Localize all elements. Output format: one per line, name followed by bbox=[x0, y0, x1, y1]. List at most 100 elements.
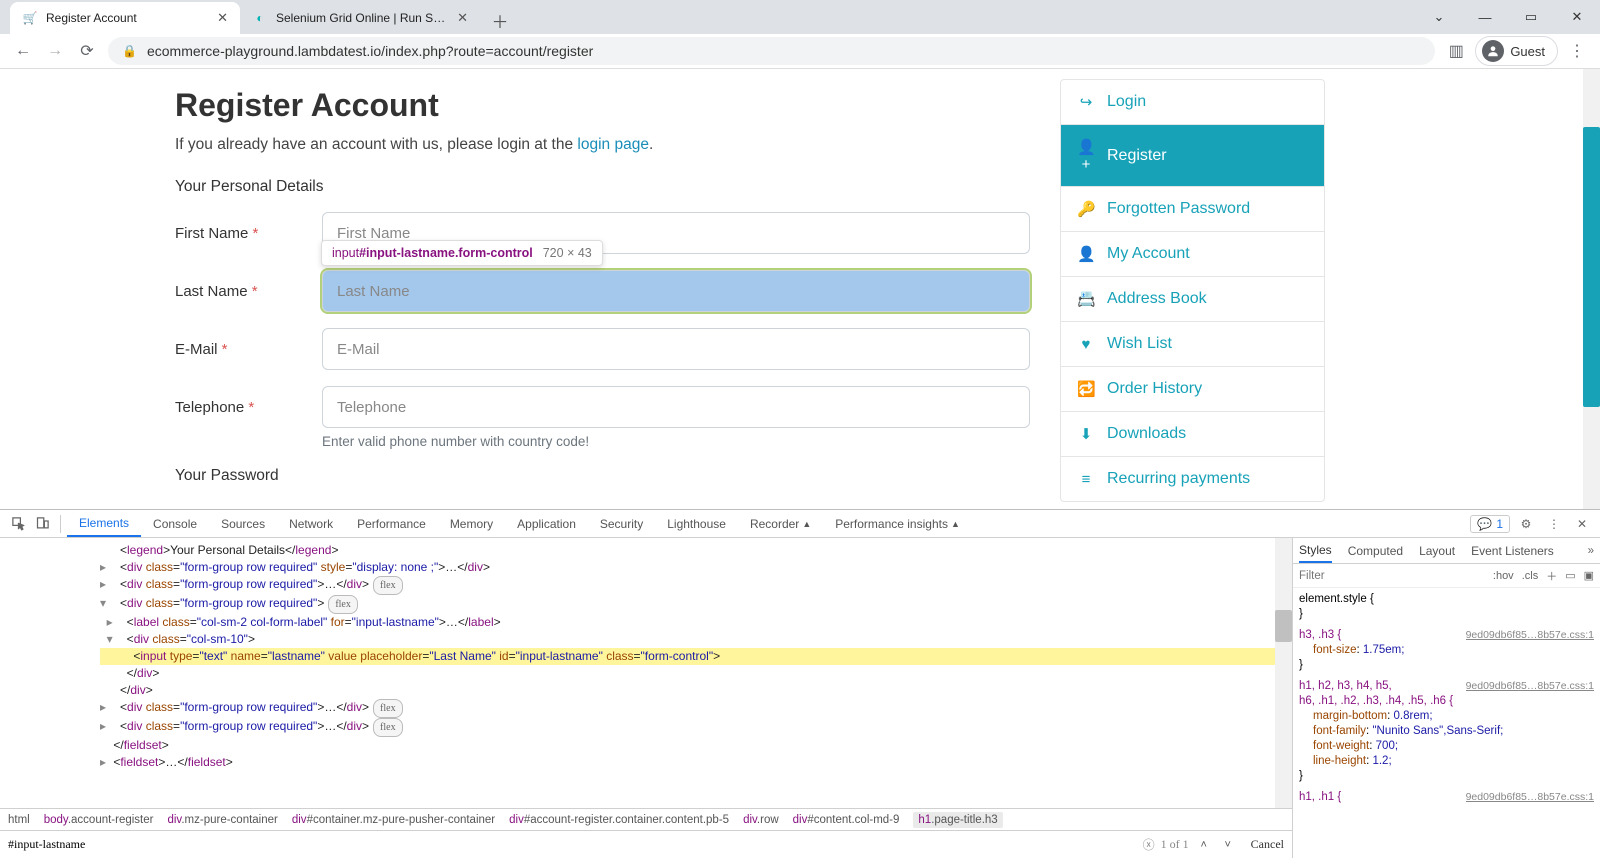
sidebar-item-order-history[interactable]: 🔁Order History bbox=[1061, 367, 1324, 412]
chrome-menu-icon[interactable]: ⋮ bbox=[1566, 40, 1588, 62]
crumb[interactable]: div.row bbox=[743, 814, 779, 826]
window-minimize-icon[interactable]: — bbox=[1462, 0, 1508, 34]
sidebar-item-login[interactable]: ↪Login bbox=[1061, 80, 1324, 125]
guest-label: Guest bbox=[1510, 44, 1545, 59]
sidebar-item-wish-list[interactable]: ♥Wish List bbox=[1061, 322, 1324, 367]
dom-scrollbar[interactable] bbox=[1275, 538, 1292, 808]
device-toolbar-icon[interactable] bbox=[30, 512, 54, 536]
tabs-dropdown-icon[interactable]: ⌄ bbox=[1416, 0, 1462, 34]
devtools-tab-console[interactable]: Console bbox=[141, 510, 209, 537]
elements-panel: <legend>Your Personal Details</legend> ▸… bbox=[0, 538, 1292, 858]
dom-tree[interactable]: <legend>Your Personal Details</legend> ▸… bbox=[0, 538, 1275, 808]
find-input[interactable] bbox=[8, 837, 1137, 852]
rule-selector: h3, .h3 { bbox=[1299, 628, 1341, 643]
tab-selenium-grid[interactable]: ◐ Selenium Grid Online | Run Selen ✕ bbox=[240, 2, 480, 34]
side-panel-icon[interactable]: ▥ bbox=[1445, 40, 1467, 62]
tab-register-account[interactable]: 🛒 Register Account ✕ bbox=[10, 2, 240, 34]
devtools-menu-icon[interactable]: ⋮ bbox=[1542, 512, 1566, 536]
devtools-settings-icon[interactable]: ⚙ bbox=[1514, 512, 1538, 536]
input-email[interactable] bbox=[322, 328, 1030, 370]
prop-name: margin-bottom bbox=[1313, 710, 1387, 722]
find-next-icon[interactable]: ˅ bbox=[1219, 836, 1237, 854]
address-bar: ← → ⟳ 🔒 ecommerce-playground.lambdatest.… bbox=[0, 34, 1600, 69]
devtools-tab-sources[interactable]: Sources bbox=[209, 510, 277, 537]
crumb[interactable]: div#container.mz-pure-pusher-container bbox=[292, 814, 495, 826]
new-tab-button[interactable]: ＋ bbox=[486, 6, 514, 34]
back-button[interactable]: ← bbox=[12, 40, 34, 62]
crumb[interactable]: div#account-register.container.content.p… bbox=[509, 814, 729, 826]
crumb[interactable]: div.mz-pure-container bbox=[167, 814, 277, 826]
find-clear-icon[interactable]: ⓧ bbox=[1143, 836, 1155, 853]
devtools-tab-memory[interactable]: Memory bbox=[438, 510, 505, 537]
window-maximize-icon[interactable]: ▭ bbox=[1508, 0, 1554, 34]
styles-tab-computed[interactable]: Computed bbox=[1348, 544, 1403, 558]
rule-source-link[interactable]: 9ed09db6f85…8b57e.css:1 bbox=[1466, 790, 1594, 805]
devtools-tab-recorder[interactable]: Recorder▲ bbox=[738, 510, 823, 537]
computed-toggle-icon[interactable]: ▭ bbox=[1565, 569, 1575, 582]
sidebar-item-label: Downloads bbox=[1107, 425, 1186, 443]
styles-tab-event-listeners[interactable]: Event Listeners bbox=[1471, 544, 1554, 558]
devtools-tab-perf-insights[interactable]: Performance insights▲ bbox=[823, 510, 972, 537]
rule-source-link[interactable]: 9ed09db6f85…8b57e.css:1 bbox=[1466, 679, 1594, 694]
window-close-icon[interactable]: ✕ bbox=[1554, 0, 1600, 34]
devtools-tab-network[interactable]: Network bbox=[277, 510, 345, 537]
rule-selector: element.style { bbox=[1299, 592, 1594, 607]
sidebar-item-downloads[interactable]: ⬇Downloads bbox=[1061, 412, 1324, 457]
rendering-icon[interactable]: ▣ bbox=[1584, 569, 1594, 582]
devtools-tab-lighthouse[interactable]: Lighthouse bbox=[655, 510, 738, 537]
address-field[interactable]: 🔒 ecommerce-playground.lambdatest.io/ind… bbox=[108, 37, 1435, 65]
lock-icon: 🔒 bbox=[122, 44, 137, 58]
window-controls: ⌄ — ▭ ✕ bbox=[1416, 0, 1600, 34]
styles-tab-styles[interactable]: Styles bbox=[1299, 543, 1332, 563]
sidebar-item-register[interactable]: 👤+Register bbox=[1061, 125, 1324, 187]
page-scrollbar-thumb[interactable] bbox=[1583, 127, 1600, 407]
cls-toggle[interactable]: .cls bbox=[1522, 570, 1539, 582]
reload-button[interactable]: ⟳ bbox=[76, 40, 98, 62]
devtools-tab-elements[interactable]: Elements bbox=[67, 510, 141, 537]
sidebar-item-label: My Account bbox=[1107, 245, 1190, 263]
devtools-tab-performance[interactable]: Performance bbox=[345, 510, 438, 537]
new-rule-icon[interactable]: ＋ bbox=[1546, 568, 1557, 584]
crumb[interactable]: html bbox=[8, 814, 30, 826]
devtools-tab-security[interactable]: Security bbox=[588, 510, 655, 537]
sidebar-item-recurring-payments[interactable]: ≡Recurring payments bbox=[1061, 457, 1324, 501]
url-text: ecommerce-playground.lambdatest.io/index… bbox=[147, 43, 593, 59]
devtools-tab-application[interactable]: Application bbox=[505, 510, 588, 537]
inspect-element-icon[interactable] bbox=[6, 512, 30, 536]
page-scrollbar[interactable] bbox=[1583, 69, 1600, 509]
sidebar-item-address-book[interactable]: 📇Address Book bbox=[1061, 277, 1324, 322]
sidebar-item-forgotten-password[interactable]: 🔑Forgotten Password bbox=[1061, 187, 1324, 232]
find-prev-icon[interactable]: ˄ bbox=[1195, 836, 1213, 854]
devtools-close-icon[interactable]: ✕ bbox=[1570, 512, 1594, 536]
sidebar-item-my-account[interactable]: 👤My Account bbox=[1061, 232, 1324, 277]
legend-password: Your Password bbox=[175, 467, 1030, 485]
prop-name: font-size bbox=[1313, 644, 1356, 656]
rule-source-link[interactable]: 9ed09db6f85…8b57e.css:1 bbox=[1466, 628, 1594, 643]
dom-breadcrumb[interactable]: html body.account-register div.mz-pure-c… bbox=[0, 808, 1292, 830]
styles-filter-input[interactable] bbox=[1299, 570, 1485, 582]
rule-close: } bbox=[1299, 658, 1594, 673]
tab-close-icon[interactable]: ✕ bbox=[217, 10, 228, 26]
heart-icon: ♥ bbox=[1077, 336, 1095, 353]
sidebar-item-label: Order History bbox=[1107, 380, 1202, 398]
input-lastname[interactable] bbox=[322, 270, 1030, 312]
styles-tab-layout[interactable]: Layout bbox=[1419, 544, 1455, 558]
input-telephone[interactable] bbox=[322, 386, 1030, 428]
styles-more-tabs-icon[interactable]: » bbox=[1588, 545, 1594, 557]
styles-rules[interactable]: element.style { } h3, .h3 { 9ed09db6f85…8… bbox=[1293, 588, 1600, 858]
issues-icon: 💬 bbox=[1477, 517, 1492, 531]
issues-button[interactable]: 💬1 bbox=[1470, 515, 1510, 533]
prop-name: font-family bbox=[1313, 725, 1366, 737]
forward-button[interactable]: → bbox=[44, 40, 66, 62]
find-cancel-button[interactable]: Cancel bbox=[1251, 837, 1284, 852]
hov-toggle[interactable]: :hov bbox=[1493, 570, 1514, 582]
crumb[interactable]: h1.page-title.h3 bbox=[913, 812, 1002, 828]
tab-close-icon[interactable]: ✕ bbox=[457, 10, 468, 26]
crumb[interactable]: body.account-register bbox=[44, 814, 154, 826]
guest-profile-chip[interactable]: Guest bbox=[1475, 36, 1558, 66]
login-page-link[interactable]: login page bbox=[577, 136, 649, 153]
find-count: 1 of 1 bbox=[1161, 837, 1189, 852]
dom-scrollbar-thumb[interactable] bbox=[1275, 610, 1292, 642]
rule-selector: h1, .h1 { bbox=[1299, 790, 1341, 805]
crumb[interactable]: div#content.col-md-9 bbox=[793, 814, 900, 826]
